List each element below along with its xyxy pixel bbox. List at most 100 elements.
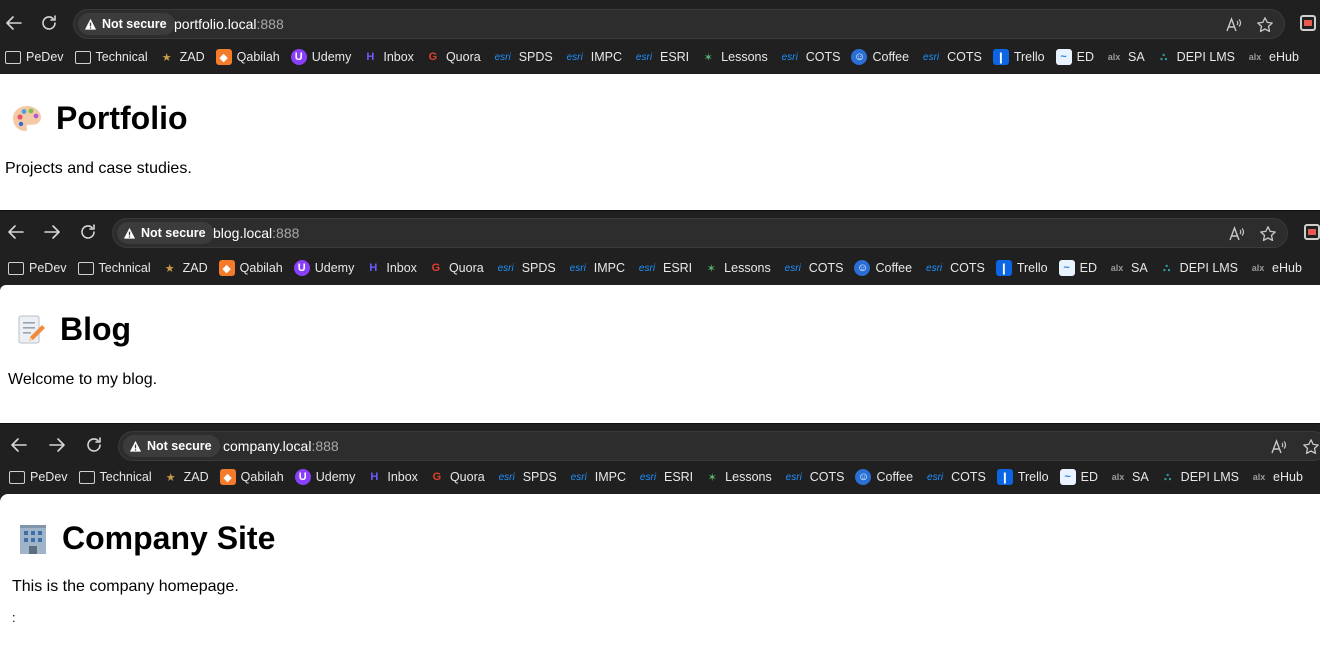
- bookmark-impc[interactable]: esri IMPC: [559, 44, 628, 70]
- bookmark-technical[interactable]: Technical: [73, 255, 157, 281]
- bookmark-label: Trello: [1013, 50, 1045, 64]
- browser-window-company: Not secure company.local:888 PeDev Techni…: [0, 424, 1320, 665]
- not-secure-chip[interactable]: Not secure: [117, 222, 214, 244]
- bookmark-sa[interactable]: alx SA: [1103, 255, 1154, 281]
- bookmark-zad[interactable]: ★ ZAD: [157, 255, 214, 281]
- bookmark-cots[interactable]: esri COTS: [919, 464, 992, 490]
- bookmark-sa[interactable]: alx SA: [1100, 44, 1151, 70]
- bookmark-label: Udemy: [315, 470, 356, 484]
- bookmark-spds[interactable]: esri SPDS: [487, 44, 559, 70]
- bookmark-impc[interactable]: esri IMPC: [563, 464, 632, 490]
- not-secure-chip[interactable]: Not secure: [78, 13, 175, 35]
- back-button[interactable]: [2, 218, 30, 246]
- bookmark-cots[interactable]: esri COTS: [918, 255, 991, 281]
- bookmark-spds[interactable]: esri SPDS: [490, 255, 562, 281]
- quora-icon: G: [432, 471, 442, 483]
- esri-icon: esri: [781, 51, 798, 63]
- read-aloud-button[interactable]: [1269, 437, 1289, 457]
- bookmark-label: COTS: [808, 261, 844, 275]
- bookmark-coffee[interactable]: ☺ Coffee: [846, 44, 915, 70]
- favorite-button[interactable]: [1258, 224, 1278, 244]
- back-button[interactable]: [5, 431, 33, 459]
- url-text[interactable]: blog.local:888: [213, 225, 299, 241]
- bookmark-impc[interactable]: esri IMPC: [562, 255, 631, 281]
- forward-button[interactable]: [43, 431, 71, 459]
- bookmark-trello[interactable]: ❙ Trello: [992, 464, 1055, 490]
- bookmark-label: ZAD: [183, 470, 209, 484]
- url-text[interactable]: company.local:888: [223, 438, 339, 454]
- bookmark-zad[interactable]: ★ ZAD: [158, 464, 215, 490]
- bookmark-depi-lms[interactable]: ∴ DEPI LMS: [1151, 44, 1241, 70]
- bookmark-zad[interactable]: ★ ZAD: [154, 44, 211, 70]
- bookmark-label: Udemy: [311, 50, 352, 64]
- address-bar[interactable]: Not secure company.local:888: [118, 431, 1320, 461]
- bookmark-ehub[interactable]: alx eHub: [1241, 44, 1305, 70]
- refresh-button[interactable]: [74, 218, 102, 246]
- bookmark-quora[interactable]: G Quora: [420, 44, 487, 70]
- bookmark-pedev[interactable]: PeDev: [4, 464, 74, 490]
- bookmark-lessons[interactable]: ✶ Lessons: [699, 464, 778, 490]
- bookmark-technical[interactable]: Technical: [74, 464, 158, 490]
- collections-icon[interactable]: [1304, 224, 1320, 240]
- bookmark-label: IMPC: [593, 261, 625, 275]
- bookmark-inbox[interactable]: H Inbox: [361, 464, 424, 490]
- folder-icon: [74, 50, 91, 64]
- bookmark-qabilah[interactable]: ◆ Qabilah: [211, 44, 286, 70]
- refresh-button[interactable]: [35, 9, 63, 37]
- bookmark-depi-lms[interactable]: ∴ DEPI LMS: [1155, 464, 1245, 490]
- bookmark-cots[interactable]: esri COTS: [777, 255, 850, 281]
- not-secure-chip[interactable]: Not secure: [123, 435, 220, 457]
- address-bar[interactable]: Not secure portfolio.local:888: [73, 9, 1285, 39]
- back-arrow-icon: [11, 438, 27, 452]
- bookmark-trello[interactable]: ❙ Trello: [991, 255, 1054, 281]
- bookmark-technical[interactable]: Technical: [70, 44, 154, 70]
- bookmark-pedev[interactable]: PeDev: [0, 44, 70, 70]
- read-aloud-button[interactable]: [1224, 15, 1244, 35]
- trello-icon: ❙: [995, 260, 1012, 276]
- esri-icon: esri: [569, 262, 586, 274]
- trello-icon: ❙: [996, 469, 1013, 485]
- browser-toolbar: Not secure portfolio.local:888: [0, 6, 1320, 40]
- bookmark-inbox[interactable]: H Inbox: [357, 44, 420, 70]
- bookmark-trello[interactable]: ❙ Trello: [988, 44, 1051, 70]
- bookmark-quora[interactable]: G Quora: [423, 255, 490, 281]
- favorite-button[interactable]: [1255, 15, 1275, 35]
- bookmark-udemy[interactable]: U Udemy: [289, 255, 361, 281]
- bookmark-esri[interactable]: esri ESRI: [628, 44, 695, 70]
- bookmark-coffee[interactable]: ☺ Coffee: [849, 255, 918, 281]
- bookmark-ehub[interactable]: alx eHub: [1245, 464, 1309, 490]
- bookmark-inbox[interactable]: H Inbox: [360, 255, 423, 281]
- bookmark-pedev[interactable]: PeDev: [3, 255, 73, 281]
- bookmark-spds[interactable]: esri SPDS: [491, 464, 563, 490]
- collections-icon[interactable]: [1300, 15, 1316, 31]
- bookmark-cots[interactable]: esri COTS: [915, 44, 988, 70]
- read-aloud-icon: [1271, 439, 1287, 454]
- favorite-button[interactable]: [1301, 437, 1320, 457]
- url-text[interactable]: portfolio.local:888: [174, 16, 284, 32]
- bookmark-cots[interactable]: esri COTS: [774, 44, 847, 70]
- address-bar[interactable]: Not secure blog.local:888: [112, 218, 1288, 248]
- read-aloud-button[interactable]: [1227, 224, 1247, 244]
- bookmark-udemy[interactable]: U Udemy: [286, 44, 358, 70]
- bookmark-ed[interactable]: ~ ED: [1051, 44, 1100, 70]
- bookmark-esri[interactable]: esri ESRI: [631, 255, 698, 281]
- bookmark-qabilah[interactable]: ◆ Qabilah: [215, 464, 290, 490]
- bookmark-lessons[interactable]: ✶ Lessons: [698, 255, 777, 281]
- forward-button[interactable]: [38, 218, 66, 246]
- bookmark-lessons[interactable]: ✶ Lessons: [695, 44, 774, 70]
- bookmark-ehub[interactable]: alx eHub: [1244, 255, 1308, 281]
- bookmark-sa[interactable]: alx SA: [1104, 464, 1155, 490]
- bookmark-esri[interactable]: esri ESRI: [632, 464, 699, 490]
- bookmark-ed[interactable]: ~ ED: [1055, 464, 1104, 490]
- bookmark-udemy[interactable]: U Udemy: [290, 464, 362, 490]
- refresh-button[interactable]: [80, 431, 108, 459]
- bookmark-label: Quora: [449, 470, 485, 484]
- bookmark-depi-lms[interactable]: ∴ DEPI LMS: [1154, 255, 1244, 281]
- bookmark-ed[interactable]: ~ ED: [1054, 255, 1103, 281]
- bookmark-cots[interactable]: esri COTS: [778, 464, 851, 490]
- bookmark-qabilah[interactable]: ◆ Qabilah: [214, 255, 289, 281]
- bookmark-coffee[interactable]: ☺ Coffee: [850, 464, 919, 490]
- back-button[interactable]: [0, 9, 28, 37]
- udemy-icon: U: [290, 49, 307, 65]
- bookmark-quora[interactable]: G Quora: [424, 464, 491, 490]
